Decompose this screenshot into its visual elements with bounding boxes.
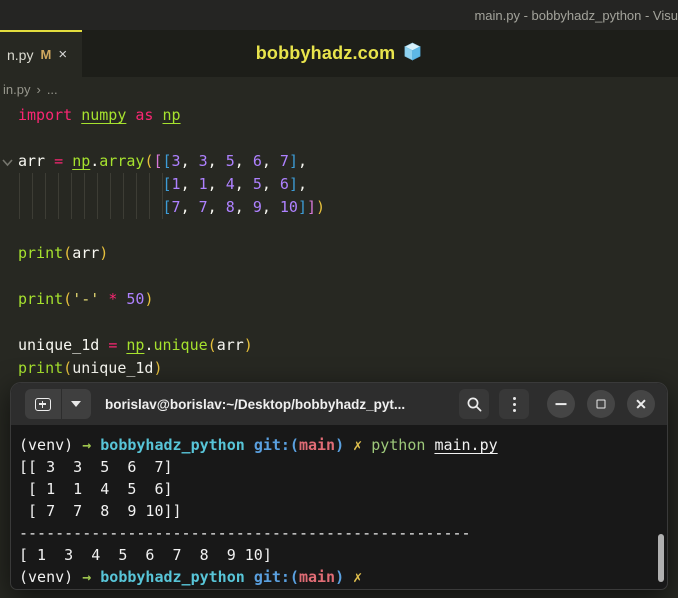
window-controls <box>547 390 655 418</box>
breadcrumb-more[interactable]: ... <box>47 82 58 97</box>
tab-main-py[interactable]: n.py M × <box>0 30 82 77</box>
modified-badge: M <box>40 47 52 62</box>
kebab-menu-icon <box>512 396 516 412</box>
code-area: import numpy as np arr = np.array([[3, 3… <box>18 104 325 380</box>
terminal-header[interactable]: borislav@borislav:~/Desktop/bobbyhadz_py… <box>11 383 667 425</box>
code-line: arr = np.array([[3, 3, 5, 6, 7], <box>18 152 307 170</box>
code-line: [7, 7, 8, 9, 10]]) <box>162 198 326 216</box>
maximize-icon <box>596 399 606 409</box>
window-title-bar: main.py - bobbyhadz_python - Visu <box>0 0 678 30</box>
tab-bar: n.py M × bobbyhadz.com <box>0 30 678 77</box>
tab-label: n.py <box>7 46 34 63</box>
vscode-window: { "colors": { "pink": "#f92672", "green"… <box>0 0 678 598</box>
terminal-line: (venv) → bobbyhadz_python git:(main) ✗ <box>19 568 363 586</box>
code-line: print(unique_1d) <box>18 359 163 377</box>
terminal-line: [ 1 3 4 5 6 7 8 9 10] <box>19 546 272 564</box>
window-title: main.py - bobbyhadz_python - Visu <box>474 7 678 23</box>
terminal-line: [ 7 7 8 9 10]] <box>19 502 182 520</box>
breadcrumb[interactable]: in.py › ... <box>0 77 678 101</box>
code-line: unique_1d = np.unique(arr) <box>18 336 253 354</box>
terminal-title: borislav@borislav:~/Desktop/bobbyhadz_py… <box>105 396 406 412</box>
terminal-line: (venv) → bobbyhadz_python git:(main) ✗ p… <box>19 436 498 454</box>
breadcrumb-separator-icon: › <box>36 81 41 97</box>
search-icon <box>467 397 481 411</box>
new-tab-icon <box>35 397 51 411</box>
terminal-header-controls <box>459 389 655 419</box>
new-tab-button[interactable] <box>25 389 62 419</box>
maximize-button[interactable] <box>587 390 615 418</box>
code-line: [1, 1, 4, 5, 6], <box>162 175 308 193</box>
terminal-newtab-group <box>25 389 91 419</box>
fold-chevron-icon[interactable] <box>1 156 14 169</box>
terminal-scrollbar[interactable] <box>658 534 664 582</box>
code-line: print(arr) <box>18 244 109 262</box>
menu-button[interactable] <box>499 389 529 419</box>
search-button[interactable] <box>459 389 489 419</box>
watermark: bobbyhadz.com <box>0 30 678 77</box>
code-line: print('-' * 50) <box>18 290 154 308</box>
terminal-line: ----------------------------------------… <box>19 524 471 542</box>
new-tab-dropdown-button[interactable] <box>62 389 90 419</box>
close-button[interactable] <box>627 390 655 418</box>
terminal-window: borislav@borislav:~/Desktop/bobbyhadz_py… <box>10 382 668 590</box>
tab-close-icon[interactable]: × <box>58 47 67 62</box>
minimize-icon <box>555 403 567 405</box>
watermark-text: bobbyhadz.com <box>255 43 396 63</box>
breadcrumb-file[interactable]: in.py <box>3 82 30 97</box>
terminal-line: [[ 3 3 5 6 7] <box>19 458 173 476</box>
minimize-button[interactable] <box>547 390 575 418</box>
ice-cube-icon <box>403 42 422 66</box>
terminal-line: [ 1 1 4 5 6] <box>19 480 173 498</box>
chevron-down-icon <box>71 401 81 407</box>
terminal-output[interactable]: (venv) → bobbyhadz_python git:(main) ✗ p… <box>11 425 667 589</box>
terminal-lines: (venv) → bobbyhadz_python git:(main) ✗ p… <box>19 434 653 588</box>
code-line: import numpy as np <box>18 106 181 124</box>
